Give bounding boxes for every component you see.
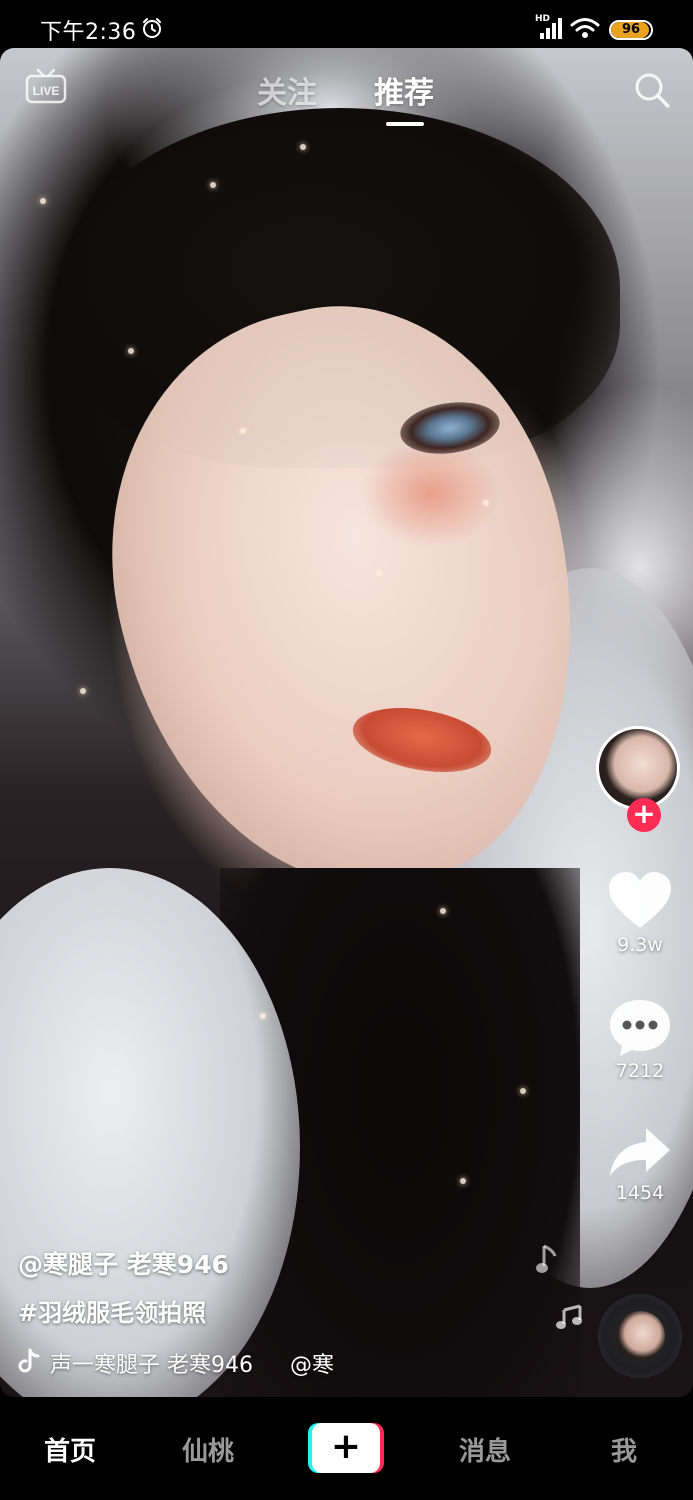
wifi-icon — [570, 18, 600, 38]
comment-count: 7212 — [615, 1060, 665, 1082]
nav-me[interactable]: 我 — [611, 1431, 637, 1468]
sparkle — [520, 1088, 526, 1094]
battery-level: 96 — [621, 22, 641, 37]
sparkle — [460, 1178, 466, 1184]
tab-follow[interactable]: 关注 — [257, 68, 317, 112]
nav-home[interactable]: 首页 — [44, 1431, 96, 1468]
comment-icon — [610, 1000, 670, 1056]
sparkle — [300, 144, 306, 150]
nav-messages[interactable]: 消息 — [459, 1431, 511, 1468]
like-button[interactable]: 9.3w — [590, 870, 690, 956]
sparkle — [40, 198, 46, 204]
share-count: 1454 — [615, 1182, 665, 1204]
sound-title: 声一寒腿子 老寒946 — [50, 1353, 253, 1378]
top-nav: LIVE 关注 推荐 — [0, 48, 693, 138]
sparkle — [210, 182, 216, 188]
sparkle — [376, 570, 382, 576]
live-tv-icon[interactable]: LIVE — [24, 66, 68, 106]
heart-icon — [609, 872, 671, 928]
sparkle — [260, 1013, 266, 1019]
follow-plus-button[interactable]: + — [627, 798, 661, 832]
search-icon[interactable] — [632, 70, 672, 110]
bottom-nav: 首页 仙桃 + 消息 我 — [0, 1397, 693, 1500]
video-cheek — [360, 438, 500, 548]
status-bar: 下午2:36 HD 96 — [0, 0, 693, 48]
sound-row[interactable]: 声一寒腿子 老寒946 @寒 — [18, 1345, 578, 1378]
active-tab-indicator — [386, 122, 424, 126]
create-button[interactable]: + — [308, 1423, 384, 1473]
sparkle — [483, 500, 489, 506]
music-disc-cover — [615, 1311, 665, 1361]
music-note-icon — [536, 1244, 557, 1273]
music-disc[interactable] — [598, 1294, 682, 1378]
nav-xiantao[interactable]: 仙桃 — [182, 1431, 234, 1468]
sparkle — [80, 688, 86, 694]
signal-icon — [540, 18, 562, 39]
sound-mention: @寒 — [290, 1353, 335, 1378]
alarm-icon — [143, 18, 161, 38]
share-arrow-icon — [610, 1128, 670, 1176]
sparkle — [440, 908, 446, 914]
comment-button[interactable]: 7212 — [590, 998, 690, 1082]
share-button[interactable]: 1454 — [590, 1124, 690, 1204]
tab-recommend[interactable]: 推荐 — [374, 68, 434, 112]
tiktok-note-icon — [18, 1348, 40, 1373]
music-notes-icon — [556, 1304, 582, 1329]
sparkle — [240, 428, 246, 434]
sparkle — [128, 348, 134, 354]
live-label: LIVE — [33, 84, 60, 98]
like-count: 9.3w — [617, 934, 663, 956]
plus-icon: + — [312, 1423, 380, 1473]
video-caption: @寒腿子 老寒946 #羽绒服毛领拍照 — [18, 1245, 538, 1328]
creator-avatar-group[interactable]: + — [596, 726, 680, 832]
status-time: 下午2:36 — [40, 20, 137, 45]
battery-indicator: 96 — [609, 20, 653, 40]
hashtag[interactable]: #羽绒服毛领拍照 — [18, 1293, 538, 1328]
author-name[interactable]: @寒腿子 老寒946 — [18, 1245, 538, 1281]
